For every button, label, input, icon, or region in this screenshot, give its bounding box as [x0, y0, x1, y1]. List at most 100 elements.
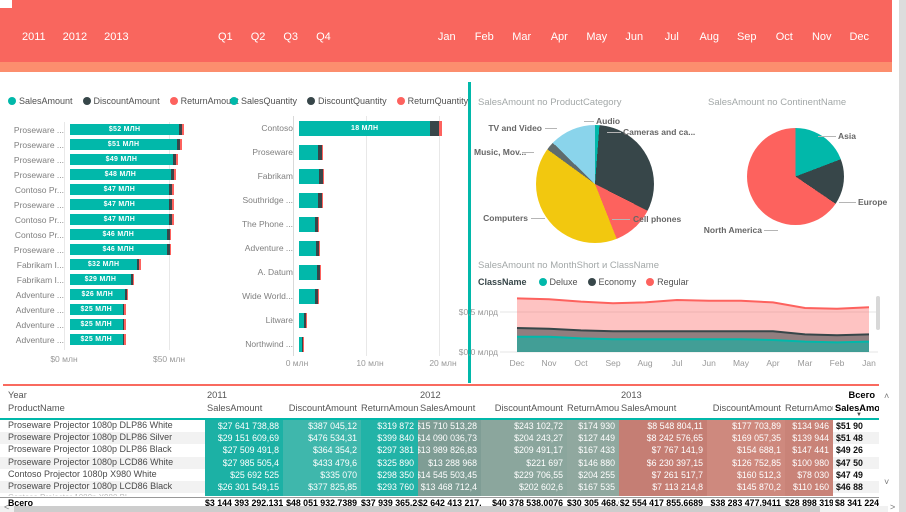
- column-header-DiscountAmount[interactable]: DiscountAmount: [707, 403, 785, 417]
- row-total-cell[interactable]: $47 50: [833, 456, 879, 469]
- row-total-cell[interactable]: $51 48: [833, 432, 879, 445]
- value-cell[interactable]: $127 449: [567, 432, 619, 445]
- month-filter-Dec[interactable]: Dec: [841, 31, 879, 43]
- value-cell[interactable]: $377 825,85: [283, 481, 361, 494]
- value-cell[interactable]: $13 468 712,4: [418, 481, 481, 494]
- value-cell[interactable]: $387 045,12: [283, 420, 361, 433]
- bar-row[interactable]: Adventure ... $26 млн: [0, 287, 225, 302]
- value-cell[interactable]: $126 752,85: [707, 456, 785, 469]
- bar-row[interactable]: Fabrikam: [225, 164, 465, 188]
- month-filter-Oct[interactable]: Oct: [766, 31, 804, 43]
- month-filter-Jul[interactable]: Jul: [653, 31, 691, 43]
- table-row[interactable]: Proseware Projector 1080p DLP86 White $27…: [0, 420, 879, 433]
- pie-continent[interactable]: [747, 128, 844, 225]
- value-cell[interactable]: $297 381: [361, 444, 418, 457]
- quarter-filter-Q2[interactable]: Q2: [251, 31, 266, 43]
- column-header-DiscountAmount[interactable]: DiscountAmount: [481, 403, 567, 417]
- table-row[interactable]: Proseware Projector 1080p LCD86 Black $26…: [0, 481, 879, 494]
- year-filter-2013[interactable]: 2013: [104, 31, 128, 43]
- bar-row[interactable]: Northwind ...: [225, 332, 465, 356]
- value-cell[interactable]: $78 030: [785, 468, 833, 481]
- value-cell[interactable]: $146 880: [567, 456, 619, 469]
- bar-row[interactable]: Contoso Pr... $47 млн: [0, 182, 225, 197]
- bar-row[interactable]: Proseware ... $47 млн: [0, 197, 225, 212]
- value-cell[interactable]: $293 760: [361, 481, 418, 494]
- value-cell[interactable]: $202 602,6: [481, 481, 567, 494]
- year-group-2013[interactable]: 2013: [619, 390, 833, 403]
- product-name-cell[interactable]: Proseware Projector 1080p LCD86 White: [0, 456, 205, 469]
- value-cell[interactable]: $8 548 804,11: [619, 420, 707, 433]
- h-scroll-left-icon[interactable]: <: [4, 503, 9, 512]
- product-name-cell[interactable]: Proseware Projector 1080p DLP86 Silver: [0, 432, 205, 445]
- value-cell[interactable]: $7 113 214,8: [619, 481, 707, 494]
- bar-row[interactable]: Contoso 18 млн: [225, 116, 465, 140]
- area-chart-plot[interactable]: [500, 292, 878, 356]
- table-row[interactable]: Proseware Projector 1080p DLP86 Black $27…: [0, 444, 879, 457]
- product-name-cell[interactable]: Proseware Projector 1080p DLP86 White: [0, 420, 205, 433]
- h-scrollbar-thumb[interactable]: [14, 506, 820, 512]
- value-cell[interactable]: $134 946: [785, 420, 833, 433]
- value-cell[interactable]: $319 872: [361, 420, 418, 433]
- value-cell[interactable]: $27 509 491,8: [205, 444, 283, 457]
- row-total-cell[interactable]: $47 49: [833, 468, 879, 481]
- bar-row[interactable]: Fabrikam I... $32 млн: [0, 257, 225, 272]
- table-scroll-down-icon[interactable]: ˅: [884, 478, 889, 487]
- product-name-cell[interactable]: Proseware Projector 1080p DLP86 Black: [0, 444, 205, 457]
- value-cell[interactable]: $335 070: [283, 468, 361, 481]
- value-cell[interactable]: $110 160: [785, 481, 833, 494]
- bar-row[interactable]: Proseware ... $48 млн: [0, 167, 225, 182]
- bar-row[interactable]: Proseware: [225, 140, 465, 164]
- value-cell[interactable]: $174 930: [567, 420, 619, 433]
- value-cell[interactable]: $27 641 738,88: [205, 420, 283, 433]
- bar-row[interactable]: A. Datum: [225, 260, 465, 284]
- row-total-cell[interactable]: $51 90: [833, 420, 879, 433]
- bar-row[interactable]: Adventure ... $25 млн: [0, 317, 225, 332]
- year-group-2012[interactable]: 2012: [418, 390, 619, 403]
- bar-row[interactable]: Proseware ... $52 млн: [0, 122, 225, 137]
- value-cell[interactable]: $139 944: [785, 432, 833, 445]
- month-filter-Jun[interactable]: Jun: [616, 31, 654, 43]
- row-total-cell[interactable]: $46 88: [833, 481, 879, 494]
- year-filter-2012[interactable]: 2012: [63, 31, 87, 43]
- bar-row[interactable]: Contoso Pr... $47 млн: [0, 212, 225, 227]
- value-cell[interactable]: $298 350: [361, 468, 418, 481]
- value-cell[interactable]: $14 090 036,73: [418, 432, 481, 445]
- value-cell[interactable]: $160 512,3: [707, 468, 785, 481]
- value-cell[interactable]: $13 288 968: [418, 456, 481, 469]
- month-filter-Mar[interactable]: Mar: [503, 31, 541, 43]
- bar-row[interactable]: Fabrikam I... $29 млн: [0, 272, 225, 287]
- value-cell[interactable]: $325 890: [361, 456, 418, 469]
- value-cell[interactable]: $433 479,6: [283, 456, 361, 469]
- column-header-ReturnAmount[interactable]: ReturnAmount: [567, 403, 619, 417]
- value-cell[interactable]: $26 301 549,15: [205, 481, 283, 494]
- pie-product-category[interactable]: [536, 125, 654, 243]
- h-scroll-right-icon[interactable]: >: [890, 503, 895, 512]
- value-cell[interactable]: $221 697: [481, 456, 567, 469]
- year-filter-2011[interactable]: 2011: [22, 31, 46, 43]
- value-cell[interactable]: $204 243,27: [481, 432, 567, 445]
- bar-row[interactable]: Proseware ... $51 млн: [0, 137, 225, 152]
- value-cell[interactable]: $399 840: [361, 432, 418, 445]
- value-cell[interactable]: $209 491,17: [481, 444, 567, 457]
- table-row[interactable]: Proseware Projector 1080p LCD86 White $27…: [0, 456, 879, 469]
- table-row[interactable]: Contoso Projector 1080p X980 White $25 69…: [0, 468, 879, 481]
- value-cell[interactable]: $8 242 576,65: [619, 432, 707, 445]
- sort-descending-icon[interactable]: ▼: [856, 412, 862, 418]
- month-filter-Aug[interactable]: Aug: [691, 31, 729, 43]
- month-filter-Feb[interactable]: Feb: [466, 31, 504, 43]
- area-chart-scrollbar[interactable]: [876, 296, 880, 330]
- bar-row[interactable]: Adventure ...: [225, 236, 465, 260]
- quarter-filter-Q3[interactable]: Q3: [283, 31, 298, 43]
- quarter-filter-Q1[interactable]: Q1: [218, 31, 233, 43]
- value-cell[interactable]: $7 767 141,9: [619, 444, 707, 457]
- bar-row[interactable]: Wide World...: [225, 284, 465, 308]
- year-group-2011[interactable]: 2011: [205, 390, 418, 403]
- row-total-cell[interactable]: $49 26: [833, 444, 879, 457]
- value-cell[interactable]: $229 706,55: [481, 468, 567, 481]
- column-header-SalesAmount[interactable]: SalesAmount: [619, 403, 707, 417]
- month-filter-Sep[interactable]: Sep: [728, 31, 766, 43]
- value-cell[interactable]: $243 102,72: [481, 420, 567, 433]
- value-cell[interactable]: $6 230 397,15: [619, 456, 707, 469]
- product-name-cell[interactable]: Contoso Projector 1080p X980 White: [0, 468, 205, 481]
- month-filter-Nov[interactable]: Nov: [803, 31, 841, 43]
